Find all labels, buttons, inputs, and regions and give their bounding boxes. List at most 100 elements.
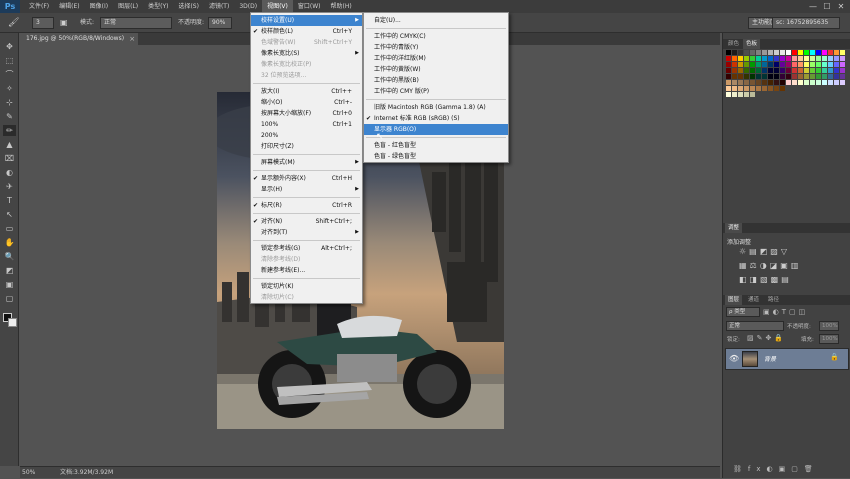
color-swatch[interactable] <box>750 50 755 55</box>
gradient-tool-icon[interactable]: ✈ <box>3 181 16 192</box>
marquee-tool-icon[interactable]: ⬚ <box>3 55 16 66</box>
mode-select[interactable]: 正常 <box>100 17 172 29</box>
color-swatch[interactable] <box>774 68 779 73</box>
color-swatch[interactable] <box>726 68 731 73</box>
color-swatch[interactable] <box>786 74 791 79</box>
color-swatch[interactable] <box>774 74 779 79</box>
color-swatch[interactable] <box>762 62 767 67</box>
menu-item[interactable]: 缩小(O) Ctrl+- <box>251 97 362 108</box>
dodge-tool-icon[interactable]: ↖ <box>3 209 16 220</box>
color-swatch[interactable] <box>762 86 767 91</box>
menu-item[interactable]: 工作中的黑版(B) <box>364 75 508 86</box>
close-button[interactable]: ✕ <box>834 0 848 13</box>
color-swatch[interactable] <box>732 50 737 55</box>
color-swatch[interactable] <box>804 56 809 61</box>
blur-tool-icon[interactable]: T <box>3 195 16 206</box>
menu-item[interactable]: 校样设置(U) ▶ <box>251 15 362 26</box>
color-swatch[interactable] <box>822 56 827 61</box>
color-swatch[interactable] <box>798 50 803 55</box>
color-swatch[interactable] <box>834 80 839 85</box>
menu-item[interactable]: 对齐(N) ✔ Shift+Ctrl+; <box>251 216 362 227</box>
menu-item[interactable]: 放大(I) Ctrl++ <box>251 86 362 97</box>
color-swatch[interactable] <box>744 74 749 79</box>
menu-item[interactable]: 自定(U)... <box>364 15 508 26</box>
color-swatch[interactable] <box>750 62 755 67</box>
menu-item[interactable]: 色域警告(W) Shift+Ctrl+Y <box>251 37 362 48</box>
color-swatch[interactable] <box>768 56 773 61</box>
menu-2[interactable]: 图像(I) <box>85 0 113 13</box>
opacity-input[interactable]: 90% <box>208 17 232 29</box>
tab-adjustments[interactable]: 调整 <box>725 223 743 233</box>
color-swatch[interactable] <box>756 86 761 91</box>
menu-item[interactable]: 锁定切片(K) <box>251 281 362 292</box>
color-swatch[interactable] <box>804 80 809 85</box>
menu-item[interactable]: Internet 标准 RGB (sRGB) (S) ✔ <box>364 113 508 124</box>
menu-item[interactable]: 按屏幕大小缩放(F) Ctrl+0 <box>251 108 362 119</box>
color-swatch[interactable] <box>738 74 743 79</box>
color-swatch[interactable] <box>804 68 809 73</box>
color-swatch[interactable] <box>732 56 737 61</box>
brush-panel-icon[interactable]: ▣ <box>60 17 68 29</box>
color-swatch[interactable] <box>828 80 833 85</box>
tab-layers[interactable]: 图层 <box>725 295 743 305</box>
adjustment-icons-row-2[interactable]: ▦⚖◑◪▣▥ <box>739 261 801 270</box>
color-swatch[interactable] <box>750 56 755 61</box>
menu-item[interactable]: 32 位预览选项... <box>251 70 362 81</box>
maximize-button[interactable]: ☐ <box>820 0 834 13</box>
color-swatch[interactable] <box>732 68 737 73</box>
menu-1[interactable]: 编辑(E) <box>54 0 84 13</box>
color-swatch[interactable] <box>840 80 845 85</box>
color-swatch[interactable] <box>828 62 833 67</box>
color-swatch[interactable] <box>744 92 749 97</box>
color-swatch[interactable] <box>840 62 845 67</box>
color-swatch[interactable] <box>804 74 809 79</box>
color-swatch[interactable] <box>762 80 767 85</box>
color-swatch[interactable] <box>828 74 833 79</box>
color-swatch[interactable] <box>774 86 779 91</box>
menu-item[interactable]: 对齐到(T) ▶ <box>251 227 362 238</box>
color-swatch[interactable] <box>774 56 779 61</box>
path-select-tool-icon[interactable]: 🔍 <box>3 251 16 262</box>
color-swatch[interactable] <box>780 68 785 73</box>
color-swatch[interactable] <box>762 56 767 61</box>
color-swatch[interactable] <box>756 80 761 85</box>
color-swatch[interactable] <box>762 74 767 79</box>
color-swatch[interactable] <box>804 50 809 55</box>
type-tool-icon[interactable]: ✋ <box>3 237 16 248</box>
color-swatch[interactable] <box>828 56 833 61</box>
menu-item[interactable]: 工作中的黄版(W) <box>364 64 508 75</box>
menu-item[interactable]: 色盲 - 红色盲型 <box>364 140 508 151</box>
color-swatch[interactable] <box>732 62 737 67</box>
brush-tool-icon[interactable]: ✏ <box>3 125 16 136</box>
lock-icons[interactable]: ▨✎✥🔒 <box>747 334 786 342</box>
color-swatch[interactable] <box>816 50 821 55</box>
color-swatch[interactable] <box>810 74 815 79</box>
color-swatch[interactable] <box>762 50 767 55</box>
color-swatch[interactable] <box>750 92 755 97</box>
color-swatch[interactable] <box>840 56 845 61</box>
color-swatch[interactable] <box>810 56 815 61</box>
menu-item[interactable]: 清除参考线(D) <box>251 254 362 265</box>
color-swatch[interactable] <box>726 92 731 97</box>
adjustment-icons-row-1[interactable]: ☼▤◩▨▽ <box>739 247 790 256</box>
color-swatch[interactable] <box>828 50 833 55</box>
color-swatch[interactable] <box>744 68 749 73</box>
color-swatch[interactable] <box>792 50 797 55</box>
layer-filter-select[interactable]: ρ 类型 <box>726 307 760 317</box>
color-swatch[interactable] <box>732 74 737 79</box>
color-swatch[interactable] <box>768 68 773 73</box>
color-swatch[interactable] <box>840 68 845 73</box>
document-tab[interactable]: 176.jpg @ 50%(RGB/8/Windows) × <box>20 33 139 45</box>
menu-item[interactable]: 锁定参考线(G) Alt+Ctrl+; <box>251 243 362 254</box>
color-swatch[interactable] <box>774 80 779 85</box>
color-swatch[interactable] <box>756 74 761 79</box>
color-swatch[interactable] <box>756 56 761 61</box>
menu-item[interactable]: 校样颜色(L) ✔ Ctrl+Y <box>251 26 362 37</box>
color-swatch[interactable] <box>774 62 779 67</box>
minimize-button[interactable]: — <box>806 0 820 13</box>
color-swatch[interactable] <box>834 62 839 67</box>
menu-item[interactable]: 新建参考线(E)... <box>251 265 362 276</box>
color-swatch[interactable] <box>822 74 827 79</box>
menu-item[interactable]: 标尺(R) ✔ Ctrl+R <box>251 200 362 211</box>
menu-item[interactable]: 200% <box>251 130 362 141</box>
